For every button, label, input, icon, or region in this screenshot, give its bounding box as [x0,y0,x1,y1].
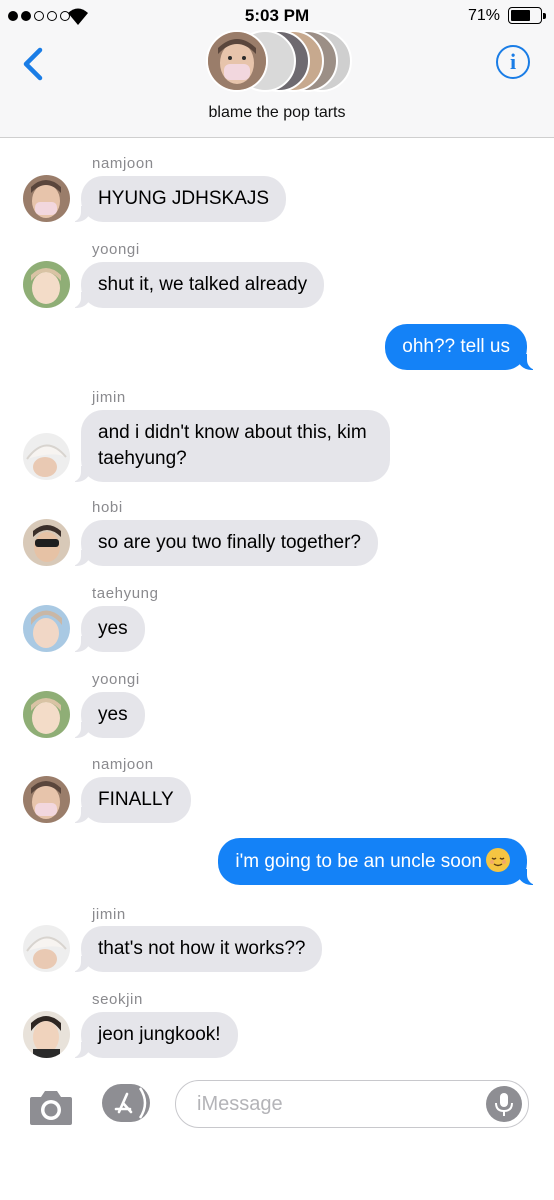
relieved-face-icon [486,848,510,872]
message-bubble-incoming[interactable]: and i didn't know about this, kim taehyu… [71,410,390,482]
camera-icon [30,1091,72,1125]
message-text: i'm going to be an uncle soon [235,851,482,872]
sender-name: jimin [92,389,126,406]
message-bubble-incoming[interactable]: so are you two finally together? [71,520,378,566]
app-store-button[interactable] [100,1083,152,1123]
group-name[interactable]: blame the pop tarts [0,104,554,122]
sender-name: jimin [92,906,126,923]
message-bubble-outgoing[interactable]: ohh?? tell us [385,324,537,370]
microphone-icon [495,1093,513,1116]
sender-name: seokjin [92,991,143,1008]
sender-name: namjoon [92,756,154,773]
info-button[interactable]: i [496,45,530,79]
sender-name: namjoon [92,155,154,172]
avatar-namjoon [23,776,70,823]
sender-name: yoongi [92,241,140,258]
battery-icon [508,7,546,24]
avatar-taehyung [23,605,70,652]
message-bubble-incoming[interactable]: yes [71,606,145,652]
compose-bar: iMessage [0,1073,554,1200]
back-button[interactable] [18,44,48,84]
message-bubble-incoming[interactable]: FINALLY [71,777,191,823]
message-bubble-incoming[interactable]: HYUNG JDHSKAJS [70,176,287,222]
avatar-yoongi [23,691,70,738]
message-bubble-incoming[interactable]: that's not how it works?? [70,926,323,972]
message-bubble-incoming[interactable]: yes [71,692,145,738]
microphone-button[interactable] [486,1086,522,1122]
message-input-placeholder: iMessage [197,1093,283,1115]
sender-name: yoongi [92,671,140,688]
info-icon: i [509,49,517,74]
avatar-yoongi [23,261,70,308]
camera-button[interactable] [28,1087,74,1127]
sender-name: hobi [92,499,123,516]
group-member-avatar-main [206,30,268,92]
avatar-seokjin [23,1011,70,1058]
message-bubble-incoming[interactable]: shut it, we talked already [70,262,325,308]
battery-percent: 71% [467,7,500,24]
group-avatar-stack[interactable] [206,30,352,92]
avatar-hobi [23,519,70,566]
message-bubble-outgoing[interactable]: i'm going to be an uncle soon [218,838,537,885]
message-thread[interactable]: namjoon HYUNG JDHSKAJS yoongi shut it, w… [0,138,554,1073]
chevron-left-icon [23,47,43,81]
message-input[interactable]: iMessage [175,1080,529,1128]
avatar-jimin [23,925,70,972]
status-bar: 5:03 PM 71% [0,0,554,34]
avatar-jimin [23,433,70,480]
message-bubble-incoming[interactable]: jeon jungkook! [71,1012,238,1058]
sender-name: taehyung [92,585,159,602]
app-store-icon [102,1084,150,1122]
avatar-namjoon [23,175,70,222]
